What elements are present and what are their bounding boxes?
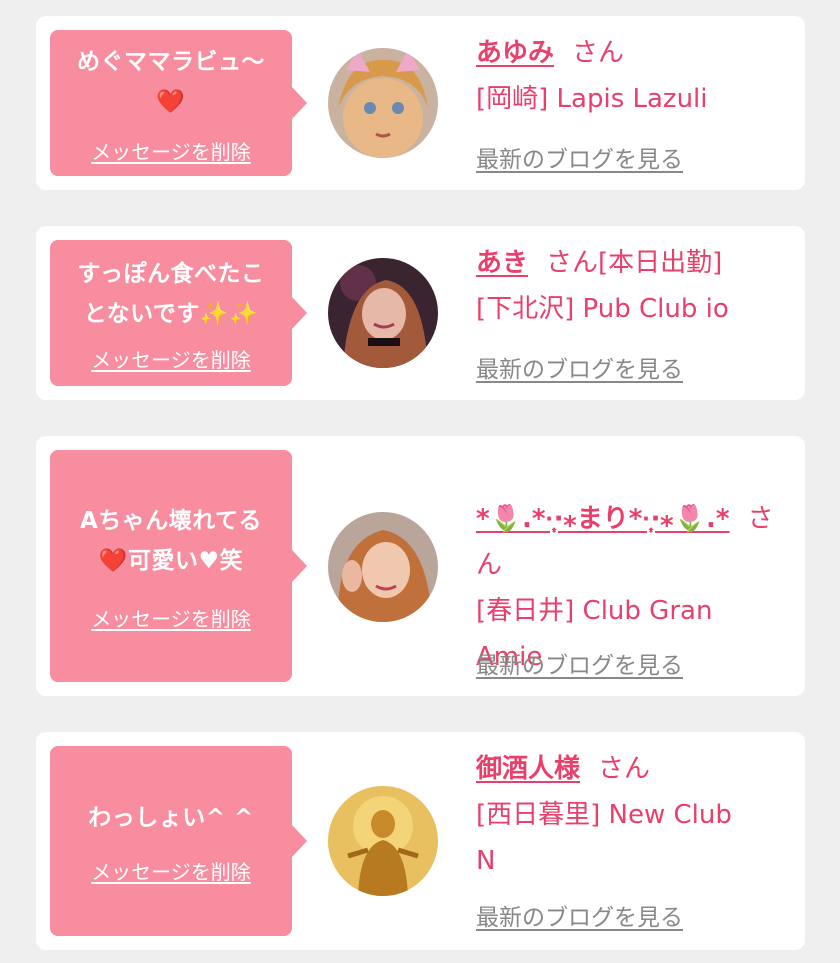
sender-name-link[interactable]: *🌷.*·̩͙‧⁎まり*·̩͙‧⁎🌷.* <box>476 504 730 534</box>
delete-message-link[interactable]: メッセージを削除 <box>91 136 251 165</box>
shop-name: [下北沢] Pub Club io <box>476 294 729 324</box>
avatar[interactable] <box>328 48 438 158</box>
message-card: わっしょい^ ^ メッセージを削除 御酒人様 さん [西日暮里] New Club… <box>36 732 805 950</box>
message-bubble: めぐママラビュ〜 ❤️ メッセージを削除 <box>50 30 307 176</box>
profile-photo-icon <box>328 258 438 368</box>
delete-message-link[interactable]: メッセージを削除 <box>91 856 251 885</box>
latest-blog-link[interactable]: 最新のブログを見る <box>476 140 683 174</box>
shop-name: [西日暮里] New Club N <box>476 800 732 876</box>
sender-info: あゆみ さん [岡崎] Lapis Lazuli <box>476 30 796 122</box>
delete-message-link[interactable]: メッセージを削除 <box>91 344 251 373</box>
honorific: さん[本日出勤] <box>546 248 723 278</box>
message-bubble: すっぽん食べたこ とないです✨✨ メッセージを削除 <box>50 240 307 386</box>
latest-blog-link[interactable]: 最新のブログを見る <box>476 646 683 680</box>
message-bubble: わっしょい^ ^ メッセージを削除 <box>50 746 307 936</box>
latest-blog-link[interactable]: 最新のブログを見る <box>476 898 683 932</box>
message-list: めぐママラビュ〜 ❤️ メッセージを削除 あゆみ さん [岡崎] Lapis La… <box>0 0 840 963</box>
sender-name-link[interactable]: あき <box>476 248 528 278</box>
sender-info: 御酒人様 さん [西日暮里] New Club N <box>476 746 796 884</box>
message-text: わっしょい^ ^ <box>88 804 254 831</box>
sender-name-link[interactable]: 御酒人様 <box>476 754 580 784</box>
profile-photo-icon <box>328 786 438 896</box>
sender-name-link[interactable]: あゆみ <box>476 38 554 68</box>
shop-name: [岡崎] Lapis Lazuli <box>476 84 708 114</box>
profile-photo-icon <box>328 512 438 622</box>
message-text: すっぽん食べたこ とないです✨✨ <box>77 260 265 327</box>
message-text: めぐママラビュ〜 ❤️ <box>77 48 265 115</box>
message-card: Aちゃん壊れてる ❤️可愛い♥笑 メッセージを削除 *🌷.*·̩͙‧⁎まり*·̩… <box>36 436 805 696</box>
sender-info: あき さん[本日出勤] [下北沢] Pub Club io <box>476 240 796 332</box>
message-card: めぐママラビュ〜 ❤️ メッセージを削除 あゆみ さん [岡崎] Lapis La… <box>36 16 805 190</box>
latest-blog-link[interactable]: 最新のブログを見る <box>476 350 683 384</box>
honorific: さん <box>572 38 625 68</box>
avatar[interactable] <box>328 512 438 622</box>
avatar[interactable] <box>328 258 438 368</box>
honorific: さん <box>598 754 651 784</box>
message-card: すっぽん食べたこ とないです✨✨ メッセージを削除 あき さん[本日出勤] [下北… <box>36 226 805 400</box>
avatar[interactable] <box>328 786 438 896</box>
message-text: Aちゃん壊れてる ❤️可愛い♥笑 <box>79 507 263 574</box>
delete-message-link[interactable]: メッセージを削除 <box>91 603 251 632</box>
profile-photo-icon <box>328 48 438 158</box>
message-bubble: Aちゃん壊れてる ❤️可愛い♥笑 メッセージを削除 <box>50 450 307 682</box>
